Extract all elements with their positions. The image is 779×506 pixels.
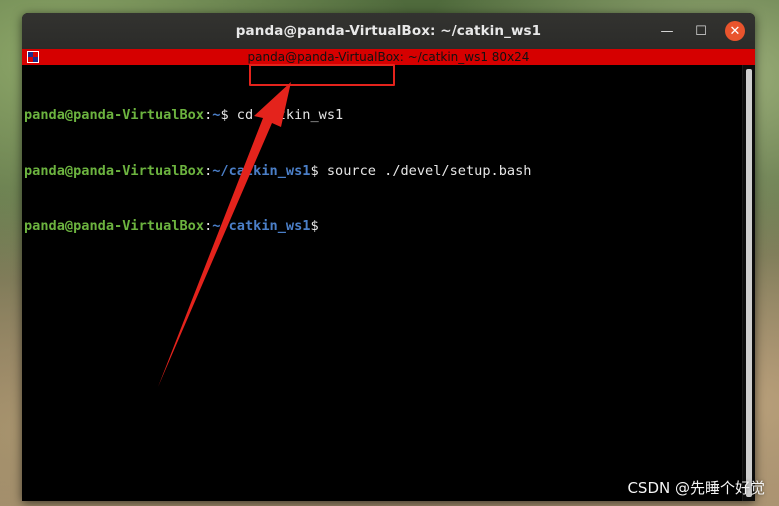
annotation-highlight-box [249,64,395,86]
terminal-line: panda@panda-VirtualBox:~/catkin_ws1$ [24,217,743,236]
prompt-path: ~/catkin_ws1 [212,218,311,234]
prompt-symbol: $ [220,107,229,123]
terminal-window: panda@panda-VirtualBox: ~/catkin_ws1 — ☐… [22,13,755,501]
command-text: source ./devel/setup.bash [318,162,532,179]
terminal-output[interactable]: panda@panda-VirtualBox:~$ cd catkin_ws1 … [22,65,743,501]
scrollbar-thumb[interactable] [746,69,752,497]
prompt-user: panda@panda-VirtualBox [24,107,205,123]
xterm-title: panda@panda-VirtualBox: ~/catkin_ws1 80x… [247,50,530,64]
window-titlebar[interactable]: panda@panda-VirtualBox: ~/catkin_ws1 — ☐… [22,13,755,49]
maximize-button[interactable]: ☐ [691,21,711,41]
xterm-icon [27,51,39,63]
prompt-user: panda@panda-VirtualBox [24,218,205,234]
window-title: panda@panda-VirtualBox: ~/catkin_ws1 [235,23,542,39]
watermark: CSDN @先睡个好觉 [627,479,765,497]
window-controls: — ☐ ✕ [657,21,745,41]
terminal-line: panda@panda-VirtualBox:~/catkin_ws1$ sou… [24,162,743,181]
prompt-path: ~/catkin_ws1 [212,162,311,179]
prompt-user: panda@panda-VirtualBox [24,162,205,179]
prompt-symbol: $ [310,162,319,179]
xterm-title-bar: panda@panda-VirtualBox: ~/catkin_ws1 80x… [22,49,755,65]
minimize-button[interactable]: — [657,21,677,41]
prompt-symbol: $ [310,218,319,234]
close-button[interactable]: ✕ [725,21,745,41]
terminal-line: panda@panda-VirtualBox:~$ cd catkin_ws1 [24,106,743,125]
terminal-scrollbar[interactable] [742,65,755,501]
command-text: cd catkin_ws1 [228,107,344,123]
